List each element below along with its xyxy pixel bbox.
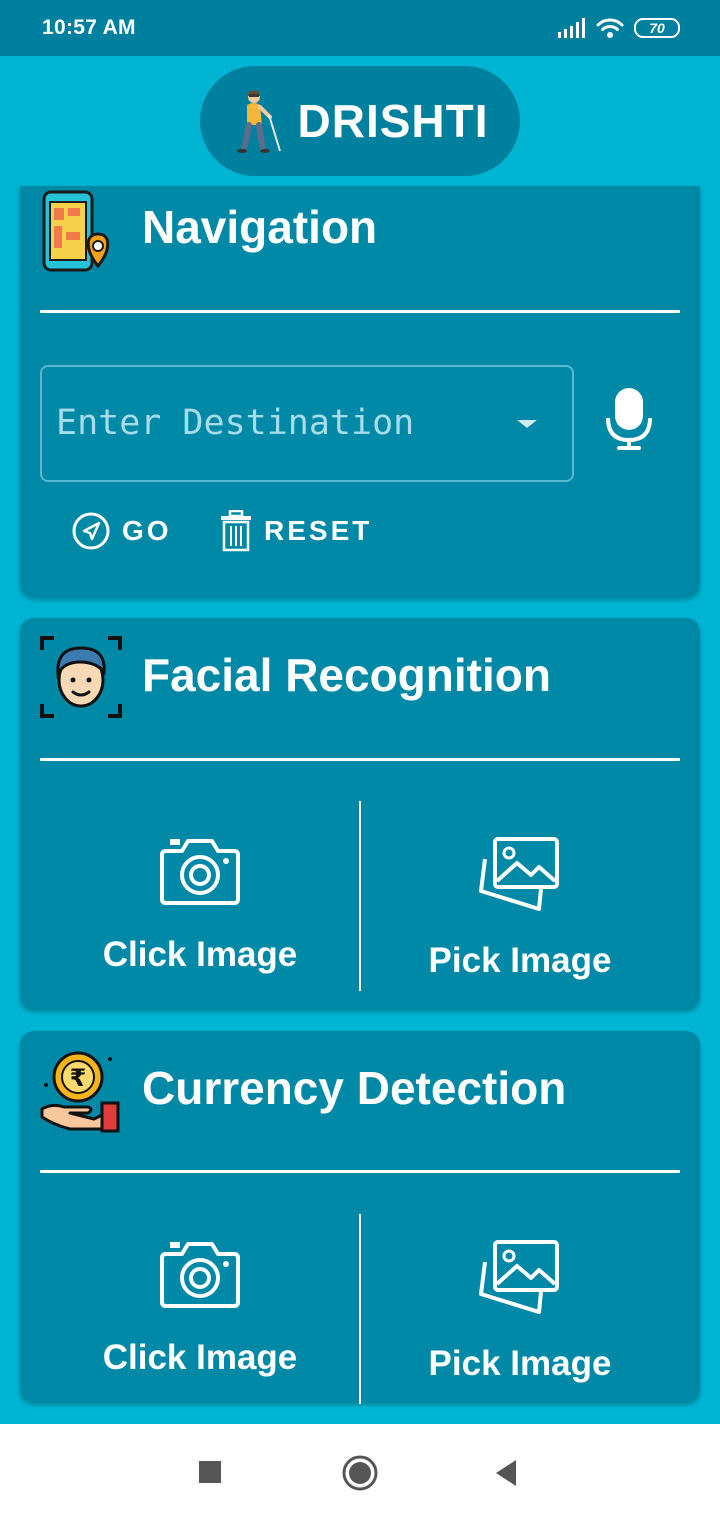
currency-click-image-label: Click Image <box>102 1338 298 1377</box>
facial-click-image-label: Click Image <box>102 935 298 974</box>
trash-icon <box>221 510 251 552</box>
navigation-divider <box>40 310 680 313</box>
facial-pick-image-label: Pick Image <box>428 941 612 980</box>
go-button[interactable]: GO <box>72 508 172 554</box>
gallery-icon <box>479 1240 559 1314</box>
microphone-icon[interactable] <box>604 386 654 452</box>
app-header: DRISHTI <box>200 66 520 176</box>
status-bar: 10:57 AM 70 <box>0 0 720 56</box>
camera-icon <box>160 839 240 905</box>
currency-detection-title: Currency Detection <box>142 1062 567 1114</box>
navigation-card: Navigation GO RESET <box>20 186 700 598</box>
face-scan-icon <box>40 636 122 718</box>
facial-pick-image-button[interactable]: Pick Image <box>350 801 690 991</box>
back-triangle-icon[interactable] <box>494 1459 518 1487</box>
recents-square-icon[interactable] <box>198 1460 222 1484</box>
navigation-arrow-icon <box>72 512 110 550</box>
currency-click-image-button[interactable]: Click Image <box>30 1214 370 1404</box>
facial-recognition-divider <box>40 758 680 761</box>
camera-icon <box>160 1242 240 1308</box>
reset-label: RESET <box>264 515 373 546</box>
battery-icon: 70 <box>634 18 680 38</box>
chevron-down-icon[interactable] <box>517 420 537 428</box>
blind-person-icon <box>236 90 281 153</box>
wifi-icon <box>596 18 624 38</box>
facial-recognition-title: Facial Recognition <box>142 649 551 701</box>
signal-icon <box>558 18 585 38</box>
destination-field[interactable] <box>40 365 574 482</box>
currency-pick-image-label: Pick Image <box>428 1344 612 1383</box>
currency-detection-divider <box>40 1170 680 1173</box>
status-icons: 70 <box>558 17 680 39</box>
rupee-coin-hand-icon: ₹ <box>40 1051 120 1133</box>
map-pin-icon <box>42 190 110 272</box>
system-nav-bar <box>0 1424 720 1520</box>
facial-recognition-card: Facial Recognition Click Image Pick Imag… <box>20 618 700 1010</box>
currency-detection-card: ₹ Currency Detection Click Image Pick Im… <box>20 1031 700 1404</box>
go-label: GO <box>122 515 172 546</box>
currency-pick-image-button[interactable]: Pick Image <box>350 1214 690 1404</box>
navigation-title: Navigation <box>142 201 378 253</box>
destination-input[interactable] <box>56 395 486 451</box>
app-title: DRISHTI <box>297 95 489 147</box>
home-circle-icon[interactable] <box>341 1454 379 1492</box>
svg-text:₹: ₹ <box>70 1064 87 1092</box>
reset-button[interactable]: RESET <box>220 508 372 554</box>
status-time: 10:57 AM <box>42 16 136 39</box>
facial-click-image-button[interactable]: Click Image <box>30 801 370 991</box>
battery-level: 70 <box>649 20 665 36</box>
gallery-icon <box>479 837 559 911</box>
